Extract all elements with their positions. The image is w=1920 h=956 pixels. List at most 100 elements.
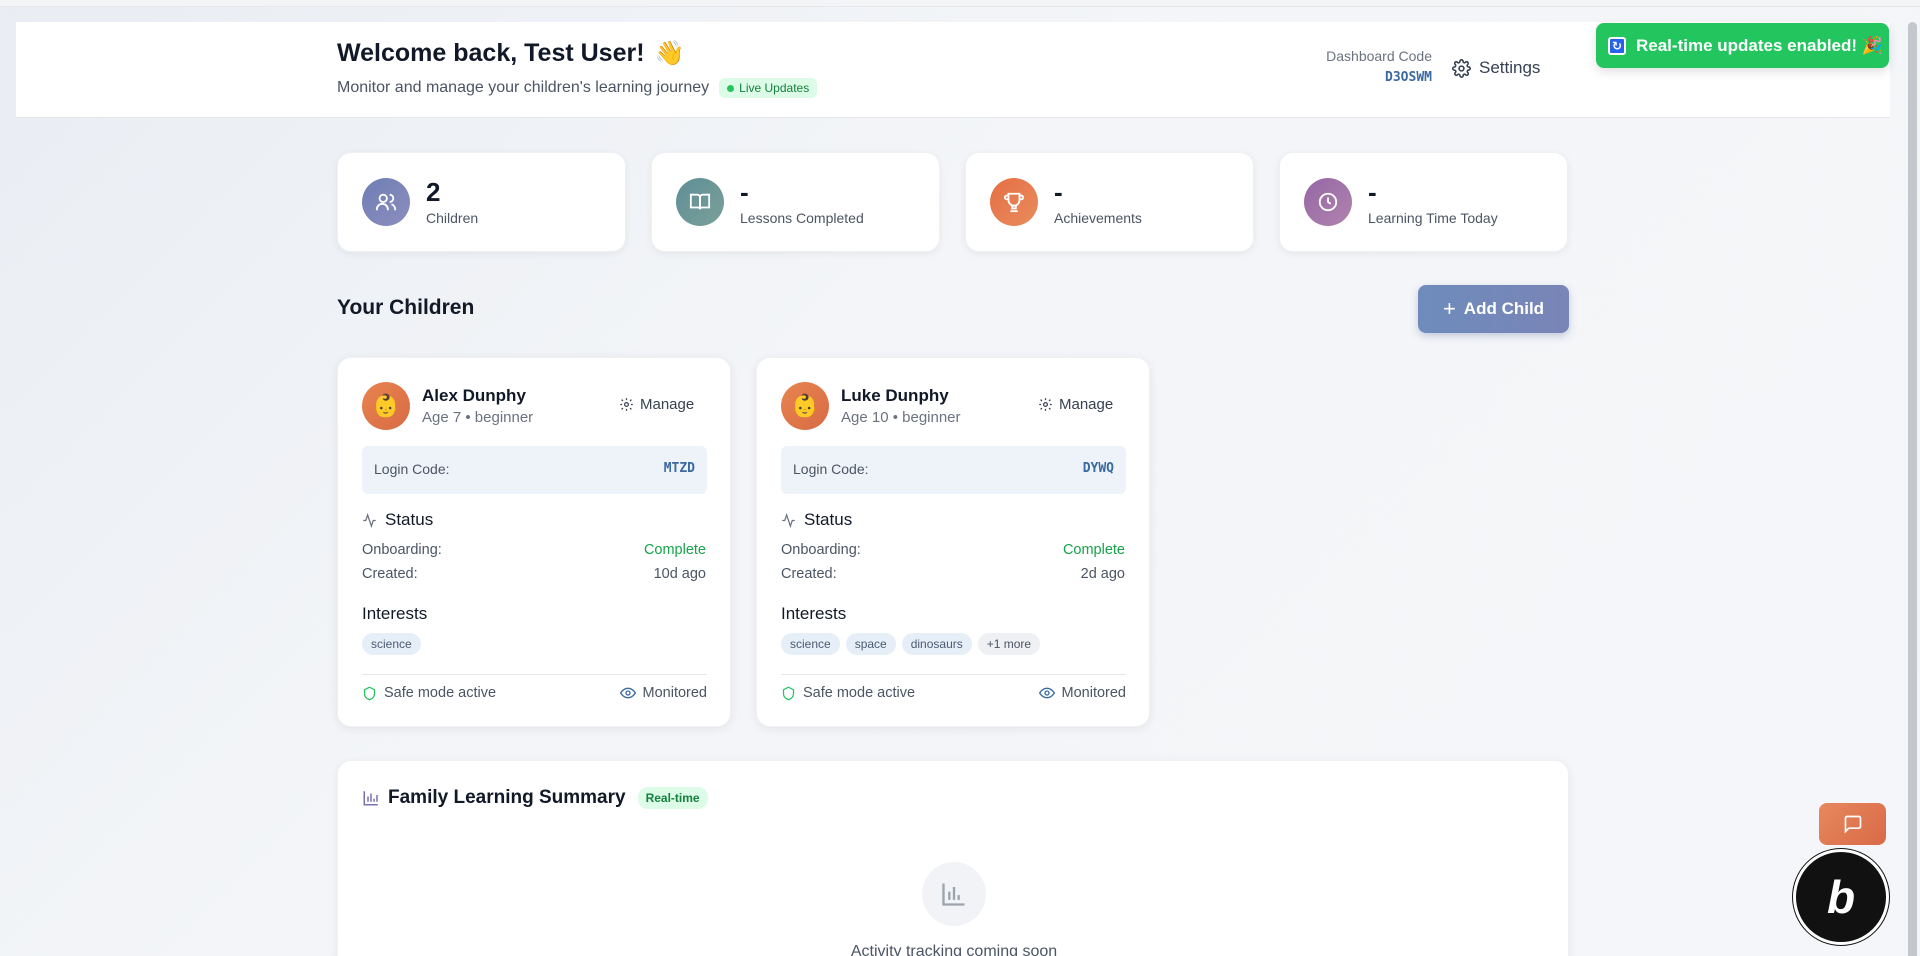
created-label: Created: xyxy=(781,566,837,582)
browser-top-border xyxy=(0,0,1920,7)
realtime-badge: Real-time xyxy=(637,787,708,809)
interest-tag: dinosaurs xyxy=(901,633,972,655)
monitored-label: Monitored xyxy=(642,685,707,701)
stat-card-achievements: - Achievements xyxy=(965,152,1254,252)
dashboard-code: Dashboard Code D3OSWM xyxy=(1302,48,1432,85)
empty-state-text: Activity tracking coming soon xyxy=(850,943,1058,956)
interest-tags: science space dinosaurs +1 more xyxy=(781,633,1041,655)
users-icon xyxy=(362,178,410,226)
created-value: 2d ago xyxy=(1080,566,1125,582)
child-name: Alex Dunphy xyxy=(422,386,526,405)
interest-tag: science xyxy=(362,633,421,655)
shield-icon xyxy=(782,686,795,700)
interest-tags: science xyxy=(362,633,421,655)
add-child-button[interactable]: + Add Child xyxy=(1418,285,1569,333)
manage-label: Manage xyxy=(640,396,695,413)
bolt-logo-icon: b xyxy=(1826,871,1856,923)
eye-icon xyxy=(619,687,636,699)
add-child-label: Add Child xyxy=(1463,299,1545,318)
live-badge-label: Live Updates xyxy=(739,81,810,95)
status-heading: Status xyxy=(781,510,852,530)
book-icon xyxy=(676,178,724,226)
child-meta: Age 7 • beginner xyxy=(422,409,534,426)
dashboard-code-label: Dashboard Code xyxy=(1326,48,1432,64)
interest-tag: space xyxy=(845,633,896,655)
avatar: 👶 xyxy=(362,382,410,430)
card-footer: Safe mode active Monitored xyxy=(362,674,707,701)
child-card: 👶 Luke Dunphy Age 10 • beginner Manage L… xyxy=(756,357,1150,727)
onboarding-label: Onboarding: xyxy=(362,542,442,558)
gear-icon xyxy=(1039,398,1052,411)
stat-card-lessons: - Lessons Completed xyxy=(651,152,940,252)
clock-icon xyxy=(1304,178,1352,226)
child-card: 👶 Alex Dunphy Age 7 • beginner Manage Lo… xyxy=(337,357,731,727)
activity-icon xyxy=(782,512,795,528)
page-title: Welcome back, Test User! 👋 xyxy=(337,39,684,68)
interests-title: Interests xyxy=(781,604,847,623)
summary-title: Family Learning Summary xyxy=(388,787,626,808)
safe-mode-indicator: Safe mode active xyxy=(781,685,915,701)
monitored-indicator: Monitored xyxy=(619,685,707,701)
onboarding-value: Complete xyxy=(643,542,706,558)
interest-tag: science xyxy=(781,633,840,655)
stat-value: - xyxy=(1368,177,1377,207)
stat-value: - xyxy=(740,177,749,207)
onboarding-value: Complete xyxy=(1062,542,1125,558)
safe-mode-indicator: Safe mode active xyxy=(362,685,496,701)
subtitle-text: Monitor and manage your children's learn… xyxy=(337,79,710,96)
login-code-value: MTZD xyxy=(663,461,695,476)
created-value: 10d ago xyxy=(653,566,706,582)
dashboard-code-value: D3OSWM xyxy=(1385,70,1432,85)
bar-chart-icon xyxy=(922,862,986,926)
card-footer: Safe mode active Monitored xyxy=(781,674,1126,701)
status-heading: Status xyxy=(362,510,433,530)
stat-card-children: 2 Children xyxy=(337,152,626,252)
onboarding-label: Onboarding: xyxy=(781,542,861,558)
stat-value: 2 xyxy=(426,177,441,207)
login-code-box: Login Code: MTZD xyxy=(362,446,707,494)
trophy-icon xyxy=(990,178,1038,226)
status-title: Status xyxy=(804,510,853,529)
realtime-toast[interactable]: ↻ Real-time updates enabled! 🎉 xyxy=(1596,23,1889,68)
page-subtitle: Monitor and manage your children's learn… xyxy=(337,78,818,98)
section-title-children: Your Children xyxy=(337,296,475,319)
baby-icon: 👶 xyxy=(372,393,400,418)
manage-button[interactable]: Manage xyxy=(1038,396,1113,413)
child-name: Luke Dunphy xyxy=(841,386,949,405)
stat-label: Lessons Completed xyxy=(740,210,864,226)
stat-label: Children xyxy=(426,210,479,226)
manage-label: Manage xyxy=(1059,396,1114,413)
login-code-label: Login Code: xyxy=(374,461,450,477)
safe-mode-label: Safe mode active xyxy=(803,685,916,701)
chat-button[interactable] xyxy=(1819,803,1886,845)
child-meta: Age 10 • beginner xyxy=(841,409,961,426)
scrollbar-thumb[interactable] xyxy=(1908,22,1917,956)
status-title: Status xyxy=(385,510,434,529)
bar-chart-icon xyxy=(363,791,378,806)
created-label: Created: xyxy=(362,566,418,582)
stat-value: - xyxy=(1054,177,1063,207)
avatar: 👶 xyxy=(781,382,829,430)
monitored-label: Monitored xyxy=(1061,685,1126,701)
bolt-logo-badge[interactable]: b xyxy=(1793,849,1889,945)
eye-icon xyxy=(1038,687,1055,699)
stat-label: Achievements xyxy=(1054,210,1142,226)
plus-icon: + xyxy=(1442,296,1456,321)
activity-icon xyxy=(363,512,376,528)
baby-icon: 👶 xyxy=(791,393,819,418)
monitored-indicator: Monitored xyxy=(1038,685,1126,701)
settings-label: Settings xyxy=(1479,58,1541,77)
family-summary-card: Family Learning Summary Real-time Activi… xyxy=(337,760,1569,956)
login-code-box: Login Code: DYWQ xyxy=(781,446,1126,494)
summary-heading: Family Learning Summary Real-time xyxy=(362,787,708,809)
refresh-icon: ↻ xyxy=(1608,36,1626,55)
welcome-text: Welcome back, Test User! xyxy=(337,39,645,67)
safe-mode-label: Safe mode active xyxy=(384,685,497,701)
stat-label: Learning Time Today xyxy=(1368,210,1498,226)
gear-icon xyxy=(1452,58,1471,78)
wave-icon: 👋 xyxy=(654,40,685,67)
stat-card-learning-time: - Learning Time Today xyxy=(1279,152,1568,252)
manage-button[interactable]: Manage xyxy=(619,396,694,413)
settings-button[interactable]: Settings xyxy=(1452,58,1540,78)
interests-title: Interests xyxy=(362,604,428,623)
